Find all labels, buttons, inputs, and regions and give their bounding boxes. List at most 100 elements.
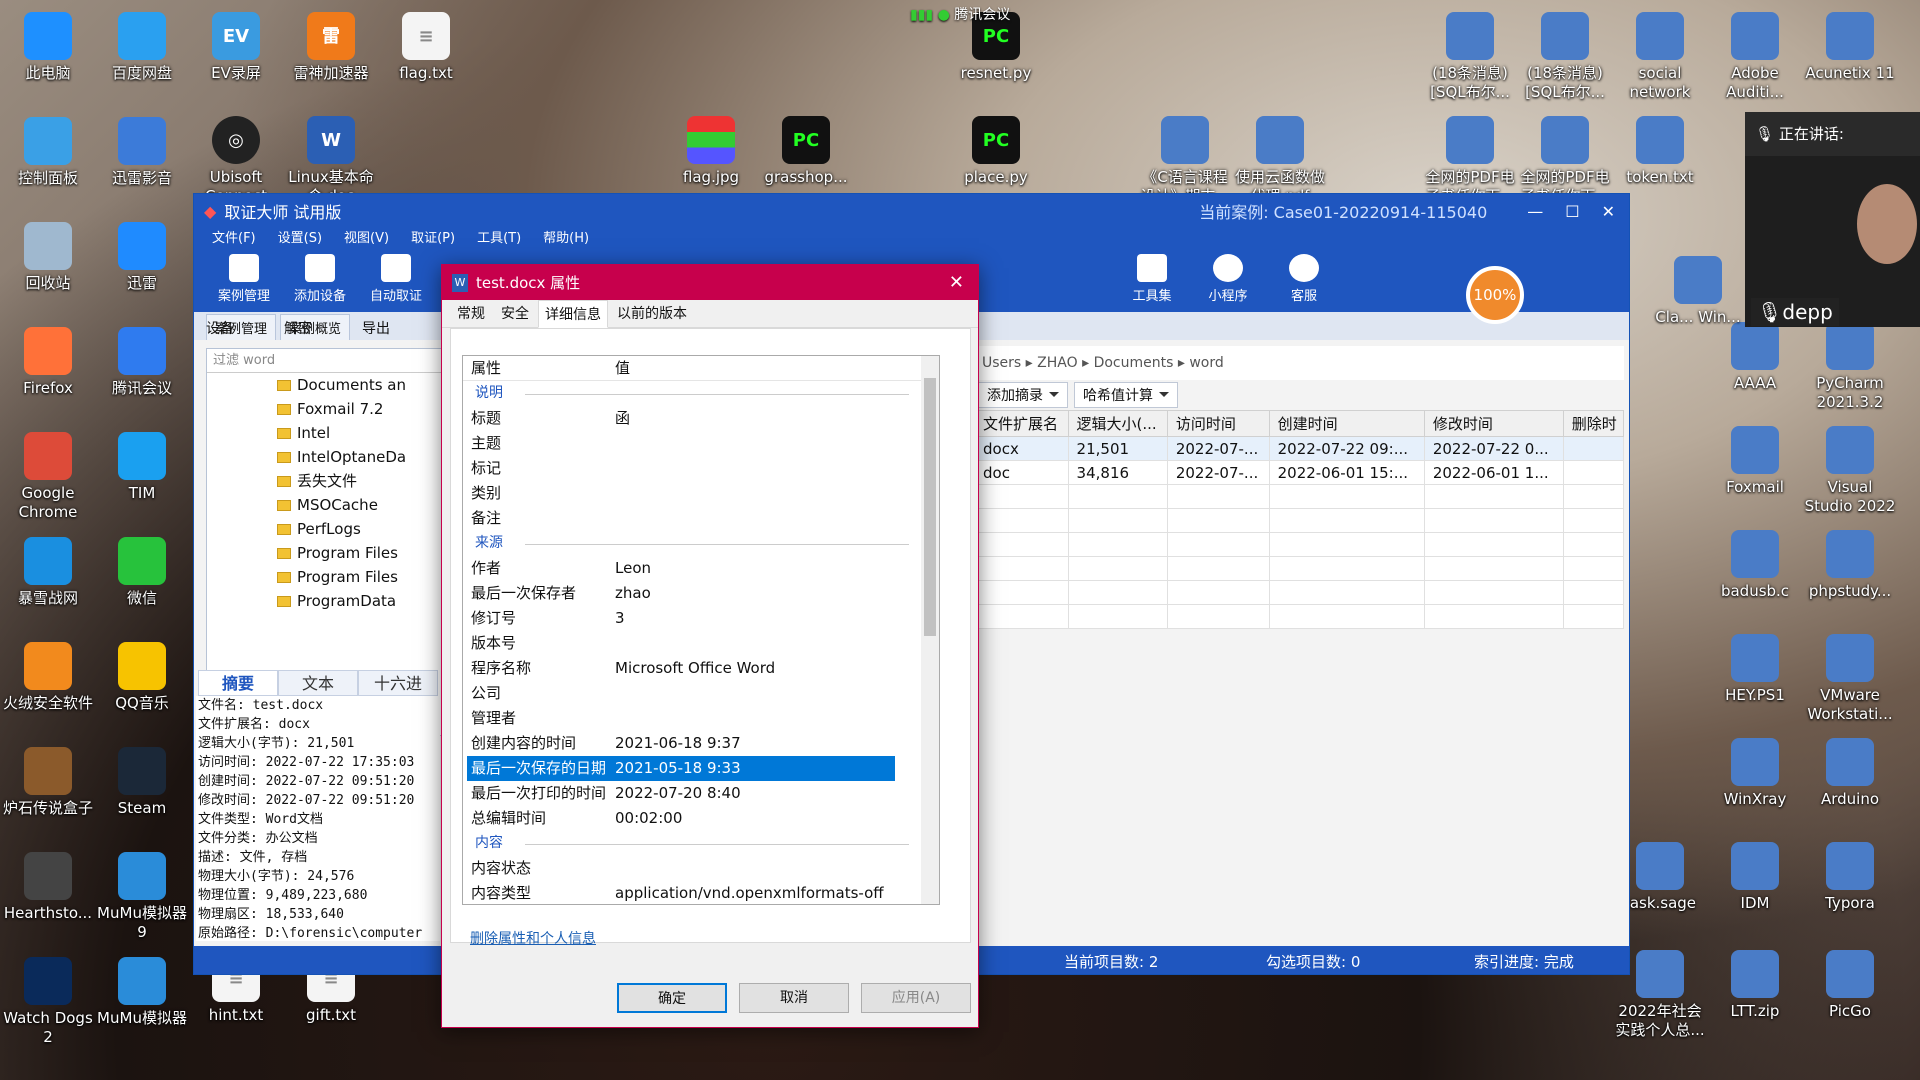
menu-help[interactable]: 帮助(H) — [543, 228, 589, 250]
desktop-icon-leishen[interactable]: 雷雷神加速器 — [283, 6, 379, 83]
apply-button[interactable]: 应用(A) — [861, 983, 971, 1013]
desktop-icon-right-5[interactable]: 《C语言课程设计》期末... — [1137, 110, 1233, 206]
tree-item[interactable]: Intel — [207, 421, 445, 445]
tree-item[interactable]: 丢失文件 — [207, 469, 445, 493]
desktop-icon-col2-4[interactable]: TIM — [94, 426, 190, 503]
desktop-icon-left-0[interactable]: 此电脑 — [0, 6, 96, 83]
desktop-icon-left-3[interactable]: Firefox — [0, 321, 96, 398]
property-row[interactable]: 主题 — [463, 431, 939, 456]
cancel-button[interactable]: 取消 — [739, 983, 849, 1013]
ok-button[interactable]: 确定 — [617, 983, 727, 1013]
tree-item[interactable]: MSOCache — [207, 493, 445, 517]
column-header[interactable]: 文件扩展名 — [974, 410, 1069, 437]
desktop-icon-left-5[interactable]: 暴雪战网 — [0, 531, 96, 608]
maximize-button[interactable]: ☐ — [1565, 202, 1579, 221]
desktop-icon-col2-6[interactable]: QQ音乐 — [94, 636, 190, 713]
desktop-icon-right-0[interactable]: (18条消息)[SQL布尔... — [1422, 6, 1518, 102]
menu-tools[interactable]: 工具(T) — [477, 228, 521, 250]
desktop-icon-right-7[interactable]: 全网的PDF电子书任你下... — [1422, 110, 1518, 206]
desktop-icon-flag-txt[interactable]: ≡ flag.txt — [378, 6, 474, 83]
property-row[interactable]: 最后一次保存者 zhao — [463, 581, 939, 606]
desktop-icon-right-6[interactable]: 使用云函数做代理.pdf — [1232, 110, 1328, 206]
desktop-icon-right-12[interactable]: Foxmail — [1707, 420, 1803, 497]
export-dropdown[interactable]: 导出 — [362, 318, 432, 338]
close-button[interactable]: ✕ — [1602, 202, 1615, 221]
desktop-icon-left-6[interactable]: 火绒安全软件 — [0, 636, 96, 713]
desktop-icon-right-14[interactable]: badusb.c — [1707, 524, 1803, 601]
menu-view[interactable]: 视图(V) — [344, 228, 389, 250]
table-row[interactable]: docx 21,501 2022-07-... 2022-07-22 09:... 20… — [974, 436, 1625, 461]
crumb-documents[interactable]: Documents — [1094, 355, 1174, 371]
property-row[interactable]: 版本号 — [463, 631, 939, 656]
desktop-icon-linux-doc[interactable]: WLinux基本命令.doc — [283, 110, 379, 206]
desktop-icon-left-4[interactable]: Google Chrome — [0, 426, 96, 522]
column-header[interactable]: 访问时间 — [1166, 410, 1270, 437]
table-row[interactable]: doc 34,816 2022-07-... 2022-06-01 15:... 202… — [974, 460, 1625, 485]
decrypt-dropdown[interactable]: 解密 — [284, 318, 354, 338]
menu-file[interactable]: 文件(F) — [212, 228, 256, 250]
property-row[interactable]: 管理者 — [463, 706, 939, 731]
tab-text[interactable]: 文本 — [278, 670, 358, 696]
add-excerpt-button[interactable]: 添加摘录 — [978, 382, 1068, 408]
desktop-icon-col2-0[interactable]: 百度网盘 — [94, 6, 190, 83]
desktop-icon-left-2[interactable]: 回收站 — [0, 216, 96, 293]
add-device-button[interactable]: 添加设备 — [282, 250, 358, 312]
property-row[interactable]: 创建内容的时间 2021-06-18 9:37 — [463, 731, 939, 756]
meeting-indicator[interactable]: ▮▮▮ ● 腾讯会议 — [910, 4, 1010, 24]
desktop-icon-right-9[interactable]: token.txt — [1612, 110, 1708, 187]
scroll-thumb[interactable] — [924, 378, 936, 636]
desktop-icon-right-17[interactable]: VMware Workstati... — [1802, 628, 1898, 724]
desktop-icon-right-10[interactable]: AAAA — [1707, 316, 1803, 393]
desktop-icon-right-2[interactable]: social network — [1612, 6, 1708, 102]
desktop-icon-right-19[interactable]: Arduino — [1802, 732, 1898, 809]
desktop-icon-col2-8[interactable]: MuMu模拟器9 — [94, 846, 190, 942]
column-header[interactable]: 逻辑大小(... — [1067, 410, 1168, 437]
dialog-close-button[interactable]: ✕ — [949, 272, 964, 293]
property-row[interactable]: 最后一次保存的日期 2021-05-18 9:33 — [467, 756, 895, 781]
desktop-icon-col2-3[interactable]: 腾讯会议 — [94, 321, 190, 398]
tree-item[interactable]: ProgramData — [207, 589, 445, 613]
tree-item[interactable]: Program Files — [207, 541, 445, 565]
crumb-users[interactable]: Users — [982, 355, 1021, 371]
property-row[interactable]: 内容状态 — [463, 856, 939, 881]
property-row[interactable]: 程序名称 Microsoft Office Word — [463, 656, 939, 681]
tree-item[interactable]: Documents an — [207, 373, 445, 397]
tab-previous-versions[interactable]: 以前的版本 — [610, 299, 694, 327]
case-manage-button[interactable]: 案例管理 — [206, 250, 282, 312]
desktop-icon-left-1[interactable]: 控制面板 — [0, 111, 96, 188]
property-row[interactable]: 内容类型 application/vnd.openxmlformats-off — [463, 881, 939, 904]
desktop-icon-col2-2[interactable]: 迅雷 — [94, 216, 190, 293]
toolset-button[interactable]: 工具集 — [1114, 250, 1190, 312]
minimize-button[interactable]: — — [1527, 202, 1543, 221]
property-row[interactable]: 公司 — [463, 681, 939, 706]
desktop-icon-col2-1[interactable]: 迅雷影音 — [94, 111, 190, 188]
support-button[interactable]: 客服 — [1266, 250, 1342, 312]
desktop-icon-col2-7[interactable]: Steam — [94, 741, 190, 818]
crumb-word[interactable]: word — [1189, 355, 1223, 371]
desktop-icon-left-9[interactable]: Watch Dogs 2 — [0, 951, 96, 1047]
desktop-icon-col2-5[interactable]: 微信 — [94, 531, 190, 608]
column-header[interactable]: 创建时间 — [1268, 410, 1425, 437]
tree-item[interactable]: Foxmail 7.2 — [207, 397, 445, 421]
desktop-icon-right-4[interactable]: Acunetix 11 — [1802, 6, 1898, 83]
tree-item[interactable]: PerfLogs — [207, 517, 445, 541]
menu-forensics[interactable]: 取证(P) — [411, 228, 455, 250]
filter-input[interactable]: 过滤 word — [207, 349, 445, 373]
desktop-icon-right-11[interactable]: PyCharm 2021.3.2 — [1802, 316, 1898, 412]
desktop-icon-grasshopper[interactable]: PC grasshop... — [758, 110, 854, 187]
desktop-icon-col2-9[interactable]: MuMu模拟器 — [94, 951, 190, 1028]
property-row[interactable]: 作者 Leon — [463, 556, 939, 581]
desktop-icon-right-13[interactable]: Visual Studio 2022 — [1802, 420, 1898, 516]
desktop-icon-right-26[interactable]: Cla... Win... — [1650, 250, 1746, 327]
tab-details[interactable]: 详细信息 — [538, 300, 608, 328]
desktop-icon-right-15[interactable]: phpstudy... — [1802, 524, 1898, 601]
desktop-icon-right-21[interactable]: Typora — [1802, 836, 1898, 913]
property-row[interactable]: 修订号 3 — [463, 606, 939, 631]
desktop-icon-right-18[interactable]: WinXray — [1707, 732, 1803, 809]
tab-summary[interactable]: 摘要 — [198, 670, 278, 696]
desktop-icon-ev[interactable]: EV EV录屏 — [188, 6, 284, 83]
tab-hex[interactable]: 十六进 — [358, 670, 438, 696]
desktop-icon-left-8[interactable]: Hearthsto... — [0, 846, 96, 923]
property-row[interactable]: 标记 — [463, 456, 939, 481]
column-header[interactable]: 删除时 — [1562, 410, 1625, 437]
